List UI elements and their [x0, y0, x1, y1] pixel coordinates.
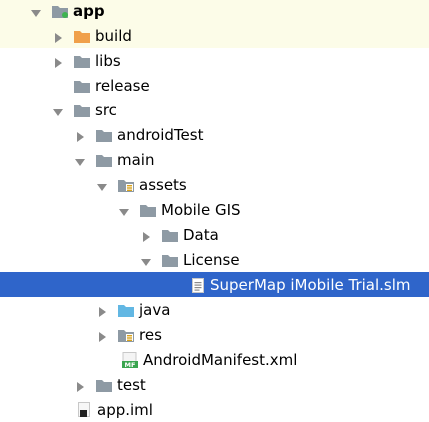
folder-icon: [74, 54, 90, 68]
tree-row-assets[interactable]: assets: [0, 172, 429, 197]
chevron-down-icon[interactable]: [96, 179, 108, 191]
tree-row-androidtest[interactable]: androidTest: [0, 122, 429, 147]
tree-row-mobile-gis[interactable]: Mobile GIS: [0, 197, 429, 222]
tree-label-manifest: AndroidManifest.xml: [143, 350, 298, 369]
chevron-right-icon[interactable]: [96, 329, 108, 342]
chevron-right-icon[interactable]: [52, 55, 64, 68]
tree-row-app[interactable]: app: [0, 0, 429, 23]
tree-row-data[interactable]: Data: [0, 222, 429, 247]
tree-label-data: Data: [183, 225, 219, 244]
resource-folder-icon: [118, 178, 134, 192]
tree-row-license[interactable]: License: [0, 247, 429, 272]
tree-label-res: res: [139, 325, 162, 344]
tree-label-license: License: [183, 250, 240, 269]
folder-icon: [96, 378, 112, 392]
chevron-right-icon[interactable]: [140, 229, 152, 242]
folder-icon: [96, 128, 112, 142]
tree-label-assets: assets: [139, 175, 187, 194]
tree-label-libs: libs: [95, 51, 121, 70]
tree-row-main[interactable]: main: [0, 147, 429, 172]
tree-label-build: build: [95, 26, 132, 45]
chevron-down-icon[interactable]: [30, 5, 42, 17]
tree-label-app: app: [73, 1, 105, 20]
chevron-down-icon[interactable]: [140, 254, 152, 266]
tree-row-slm-file[interactable]: SuperMap iMobile Trial.slm: [0, 272, 429, 297]
folder-icon: [162, 228, 178, 242]
tree-row-test[interactable]: test: [0, 372, 429, 397]
tree-label-release: release: [95, 76, 150, 95]
tree-row-res[interactable]: res: [0, 322, 429, 347]
chevron-down-icon[interactable]: [118, 204, 130, 216]
chevron-down-icon[interactable]: [52, 104, 64, 116]
folder-icon: [74, 103, 90, 117]
tree-label-slm-file: SuperMap iMobile Trial.slm: [210, 275, 411, 294]
tree-row-libs[interactable]: libs: [0, 48, 429, 73]
module-file-icon: [76, 401, 92, 418]
module-folder-icon: [52, 4, 68, 18]
tree-label-app-iml: app.iml: [97, 400, 153, 419]
tree-row-release[interactable]: release: [0, 73, 429, 98]
tree-row-app-iml[interactable]: app.iml: [0, 397, 429, 422]
tree-label-main: main: [117, 150, 155, 169]
folder-icon: [140, 203, 156, 217]
tree-label-src: src: [95, 100, 117, 119]
tree-label-test: test: [117, 375, 146, 394]
tree-row-src[interactable]: src: [0, 97, 429, 122]
resource-folder-icon: [118, 328, 134, 342]
manifest-badge: MF: [125, 361, 136, 368]
tree-row-java[interactable]: java: [0, 297, 429, 322]
text-file-icon: [192, 278, 205, 293]
tree-row-build[interactable]: build: [0, 23, 429, 48]
tree-label-androidtest: androidTest: [117, 125, 204, 144]
chevron-right-icon[interactable]: [74, 379, 86, 392]
chevron-right-icon[interactable]: [52, 30, 64, 43]
chevron-down-icon[interactable]: [74, 154, 86, 166]
manifest-file-icon: MF: [122, 351, 138, 369]
chevron-right-icon[interactable]: [74, 129, 86, 142]
tree-label-java: java: [139, 300, 171, 319]
tree-row-manifest[interactable]: MF AndroidManifest.xml: [0, 347, 429, 372]
source-folder-icon: [118, 303, 134, 317]
folder-icon: [74, 79, 90, 93]
chevron-right-icon[interactable]: [96, 304, 108, 317]
folder-icon: [74, 29, 90, 43]
folder-icon: [162, 253, 178, 267]
folder-icon: [96, 153, 112, 167]
tree-label-mobile-gis: Mobile GIS: [161, 200, 241, 219]
